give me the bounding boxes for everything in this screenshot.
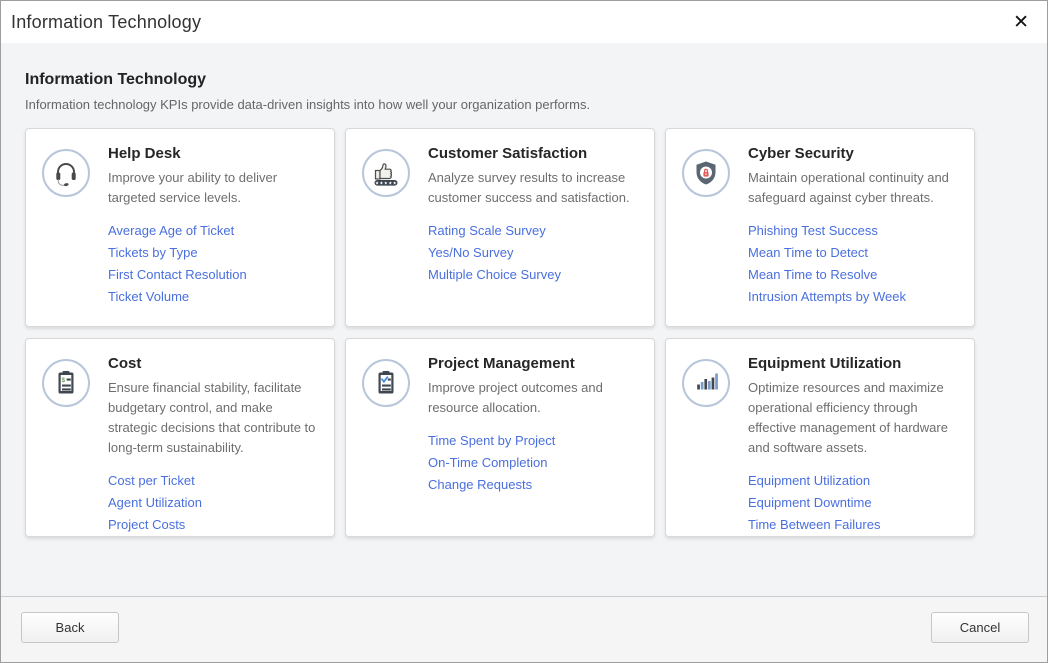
kpi-link[interactable]: Tickets by Type (108, 243, 322, 262)
cost-clipboard-icon: $ (42, 359, 90, 407)
shield-lock-icon (682, 149, 730, 197)
card-links: Equipment Utilization Equipment Downtime T… (748, 471, 962, 534)
kpi-link[interactable]: Multiple Choice Survey (428, 265, 642, 284)
kpi-link[interactable]: Equipment Utilization (748, 471, 962, 490)
card-title: Help Desk (108, 143, 322, 165)
kpi-cards-grid: Help Desk Improve your ability to delive… (25, 128, 1023, 537)
card-links: Cost per Ticket Agent Utilization Project … (108, 471, 322, 534)
kpi-card: Equipment Utilization Optimize resources… (665, 338, 975, 537)
back-button[interactable]: Back (21, 612, 119, 643)
card-links: Time Spent by Project On-Time Completion C… (428, 431, 642, 494)
thumbs-up-rating-icon: ★★★★★ (362, 149, 410, 197)
kpi-link[interactable]: Ticket Volume (108, 287, 322, 306)
kpi-card: Project Management Improve project outco… (345, 338, 655, 537)
kpi-link[interactable]: Change Requests (428, 475, 642, 494)
kpi-link[interactable]: Mean Time to Detect (748, 243, 962, 262)
svg-text:★★★★★: ★★★★★ (375, 180, 397, 185)
card-title: Project Management (428, 353, 642, 375)
kpi-link[interactable]: Time Spent by Project (428, 431, 642, 450)
dialog-footer: Back Cancel (1, 596, 1047, 662)
kpi-card: $ Cost Ensure financial stability, facil… (25, 338, 335, 537)
card-description: Ensure financial stability, facilitate b… (108, 378, 322, 458)
card-title: Customer Satisfaction (428, 143, 642, 165)
card-title: Cost (108, 353, 322, 375)
kpi-link[interactable]: Time Between Failures (748, 515, 962, 534)
kpi-link[interactable]: Intrusion Attempts by Week (748, 287, 962, 306)
card-title: Equipment Utilization (748, 353, 962, 375)
kpi-link[interactable]: Phishing Test Success (748, 221, 962, 240)
kpi-link[interactable]: Cost per Ticket (108, 471, 322, 490)
close-button[interactable]: ✕ (1009, 11, 1033, 34)
information-technology-dialog: Information Technology ✕ Information Tec… (0, 0, 1048, 663)
dialog-body: Information Technology Information techn… (1, 43, 1047, 537)
card-description: Analyze survey results to increase custo… (428, 168, 642, 208)
kpi-card: ★★★★★ Customer Satisfaction Analyze surv… (345, 128, 655, 327)
card-title: Cyber Security (748, 143, 962, 165)
card-description: Maintain operational continuity and safe… (748, 168, 962, 208)
dialog-titlebar: Information Technology ✕ (1, 1, 1047, 43)
card-links: Rating Scale Survey Yes/No Survey Multiple… (428, 221, 642, 284)
kpi-link[interactable]: On-Time Completion (428, 453, 642, 472)
kpi-link[interactable]: Agent Utilization (108, 493, 322, 512)
kpi-link[interactable]: Rating Scale Survey (428, 221, 642, 240)
svg-text:$: $ (62, 377, 66, 384)
headset-icon (42, 149, 90, 197)
section-title: Information Technology (25, 71, 1023, 89)
card-description: Optimize resources and maximize operatio… (748, 378, 962, 458)
checklist-clipboard-icon (362, 359, 410, 407)
card-description: Improve your ability to deliver targeted… (108, 168, 322, 208)
dialog-title: Information Technology (11, 12, 201, 33)
card-description: Improve project outcomes and resource al… (428, 378, 642, 418)
card-links: Average Age of Ticket Tickets by Type Firs… (108, 221, 322, 306)
kpi-link[interactable]: Mean Time to Resolve (748, 265, 962, 284)
bar-chart-icon (682, 359, 730, 407)
kpi-card: Help Desk Improve your ability to delive… (25, 128, 335, 327)
kpi-link[interactable]: Average Age of Ticket (108, 221, 322, 240)
kpi-link[interactable]: Equipment Downtime (748, 493, 962, 512)
kpi-link[interactable]: First Contact Resolution (108, 265, 322, 284)
card-links: Phishing Test Success Mean Time to Detect… (748, 221, 962, 306)
close-icon: ✕ (1013, 11, 1029, 33)
kpi-link[interactable]: Yes/No Survey (428, 243, 642, 262)
cancel-button[interactable]: Cancel (931, 612, 1029, 643)
section-subtitle: Information technology KPIs provide data… (25, 97, 1023, 112)
kpi-card: Cyber Security Maintain operational cont… (665, 128, 975, 327)
kpi-link[interactable]: Project Costs (108, 515, 322, 534)
